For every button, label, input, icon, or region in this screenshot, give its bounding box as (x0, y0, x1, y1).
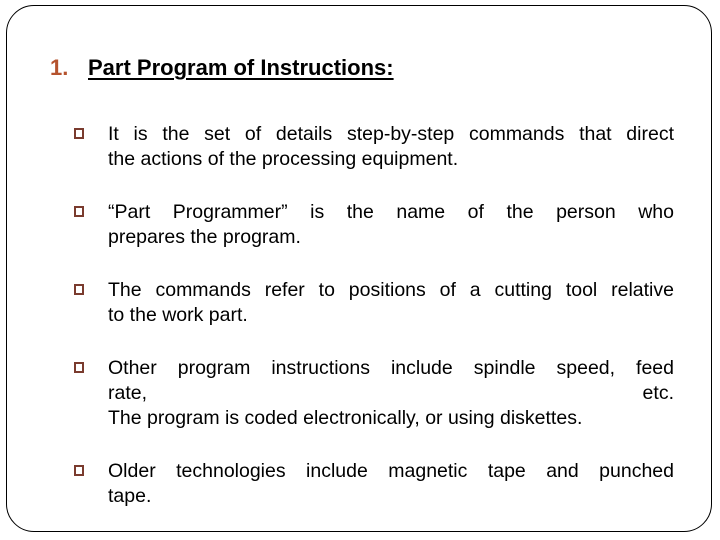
bullet-line: tape. (108, 485, 152, 507)
bullet-line: Other program instructions include spind… (108, 357, 674, 379)
bullet-line: to the work part. (108, 304, 248, 326)
heading-text: Part Program of Instructions: (88, 55, 394, 80)
bullet-line: It is the set of details step-by-step co… (108, 123, 674, 145)
bullet-item: Other program instructions include spind… (74, 356, 674, 431)
slide-heading: 1. Part Program of Instructions: (50, 55, 394, 81)
heading-number: 1. (50, 55, 69, 80)
square-bullet-icon (74, 465, 84, 476)
bullet-line: The program is coded electronically, or … (108, 407, 583, 429)
bullet-item: It is the set of details step-by-step co… (74, 122, 674, 172)
bullet-line: Older technologies include magnetic tape… (108, 460, 674, 482)
bullet-line: “Part Programmer” is the name of the per… (108, 201, 674, 223)
bullet-line: rate, etc. (108, 382, 674, 404)
square-bullet-icon (74, 128, 84, 139)
bullet-item: “Part Programmer” is the name of the per… (74, 200, 674, 250)
bullet-line: The commands refer to positions of a cut… (108, 279, 674, 301)
square-bullet-icon (74, 284, 84, 295)
bullet-line: prepares the program. (108, 226, 301, 248)
square-bullet-icon (74, 362, 84, 373)
bullet-line: the actions of the processing equipment. (108, 148, 459, 170)
bullet-item: Older technologies include magnetic tape… (74, 459, 674, 509)
square-bullet-icon (74, 206, 84, 217)
bullet-item: The commands refer to positions of a cut… (74, 278, 674, 328)
slide-frame (6, 5, 712, 532)
